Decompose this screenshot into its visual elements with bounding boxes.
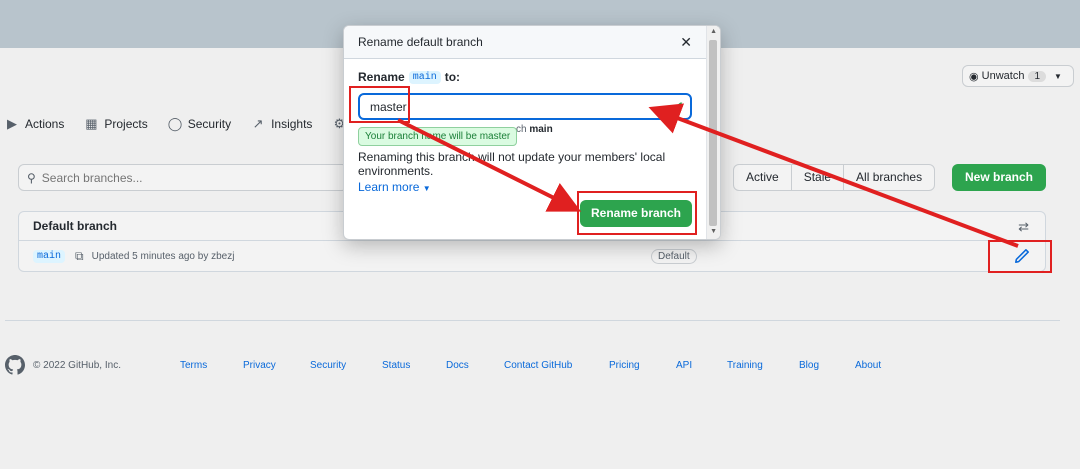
branch-name-link[interactable]: main [33,250,66,263]
tab-insights-label: Insights [271,117,313,131]
footer-link-contact[interactable]: Contact GitHub [504,360,572,371]
branch-search[interactable]: ⚲ [18,164,348,191]
learn-more-label: Learn more [358,180,420,194]
default-branch-heading: Default branch [33,219,118,233]
branch-updated-text: Updated 5 minutes ago by zbezj [91,251,235,262]
github-logo-icon[interactable] [5,355,25,375]
filter-stale[interactable]: Stale [790,165,843,190]
footer-copyright: © 2022 GitHub, Inc. [33,360,121,371]
learn-more-link[interactable]: Learn more ▼ [358,180,431,194]
tab-actions[interactable]: ▶ Actions [5,116,65,132]
play-icon: ▶ [7,116,17,131]
footer-link-privacy[interactable]: Privacy [243,360,276,371]
tab-security-label: Security [187,117,232,131]
footer-link-security[interactable]: Security [310,360,346,371]
footer-link-pricing[interactable]: Pricing [609,360,640,371]
tab-actions-label: Actions [25,117,65,131]
unwatch-label: Unwatch [981,70,1025,82]
filter-active[interactable]: Active [734,165,791,190]
rename-info-text: Renaming this branch will not update you… [358,150,666,178]
rename-label: Rename main to: [358,70,460,84]
dialog-header: Rename default branch ✕ [344,26,720,59]
hidden-note-branch: main [529,124,553,135]
new-branch-button[interactable]: New branch [952,164,1046,191]
tab-projects-label: Projects [104,117,148,131]
footer-link-terms[interactable]: Terms [180,360,207,371]
footer-link-about[interactable]: About [855,360,881,371]
scroll-up-arrow[interactable]: ▲ [710,28,717,35]
search-icon: ⚲ [27,170,36,185]
scroll-down-arrow[interactable]: ▼ [710,228,717,235]
footer-link-api[interactable]: API [676,360,692,371]
scrollbar-thumb[interactable] [709,40,717,226]
footer: © 2022 GitHub, Inc. Terms Privacy Securi… [0,355,1080,375]
tab-insights[interactable]: ↗ Insights [251,116,313,132]
footer-divider [5,320,1060,321]
dialog-title: Rename default branch [358,35,483,49]
repo-nav: ▶ Actions ▦ Projects ◯ Security ↗ Insigh… [5,115,346,133]
current-branch-code: main [408,70,441,84]
branch-name-tooltip: Your branch name will be master [358,127,518,146]
annotation-box-pencil [988,240,1052,273]
new-branch-name-input[interactable] [370,99,650,114]
rename-suffix: to: [444,70,461,84]
footer-link-docs[interactable]: Docs [446,360,469,371]
default-badge: Default [651,249,697,264]
tab-security[interactable]: ◯ Security [167,116,232,132]
graph-icon: ↗ [252,116,264,131]
annotation-box-input [349,86,410,123]
caret-down-icon: ▼ [1054,71,1062,81]
unwatch-button[interactable]: ◉ Unwatch 1 ▼ [962,65,1074,87]
watch-count: 1 [1028,70,1047,82]
check-icon: ✔ [671,99,684,116]
close-icon[interactable]: ✕ [680,34,692,51]
hidden-note-tail: ch [516,124,527,135]
eye-icon: ◉ [969,70,979,83]
annotation-box-button [577,191,697,235]
footer-link-blog[interactable]: Blog [799,360,819,371]
branch-row: main ⧉ Updated 5 minutes ago by zbezj De… [19,241,1045,272]
filter-all-branches[interactable]: All branches [843,165,934,190]
caret-down-icon: ▼ [422,184,431,193]
dialog-scrollbar[interactable]: ▲ ▼ [706,26,720,239]
copy-icon[interactable]: ⧉ [75,249,84,264]
footer-link-status[interactable]: Status [382,360,410,371]
tab-projects[interactable]: ▦ Projects [84,116,148,132]
branch-filter-tabs: Active Stale All branches [733,164,936,191]
shield-icon: ◯ [167,116,183,131]
table-icon: ▦ [85,116,98,131]
branch-search-input[interactable] [41,170,322,185]
footer-link-training[interactable]: Training [727,360,763,371]
switch-arrows-icon[interactable]: ⇄ [1018,219,1029,235]
rename-prefix: Rename [358,70,405,84]
